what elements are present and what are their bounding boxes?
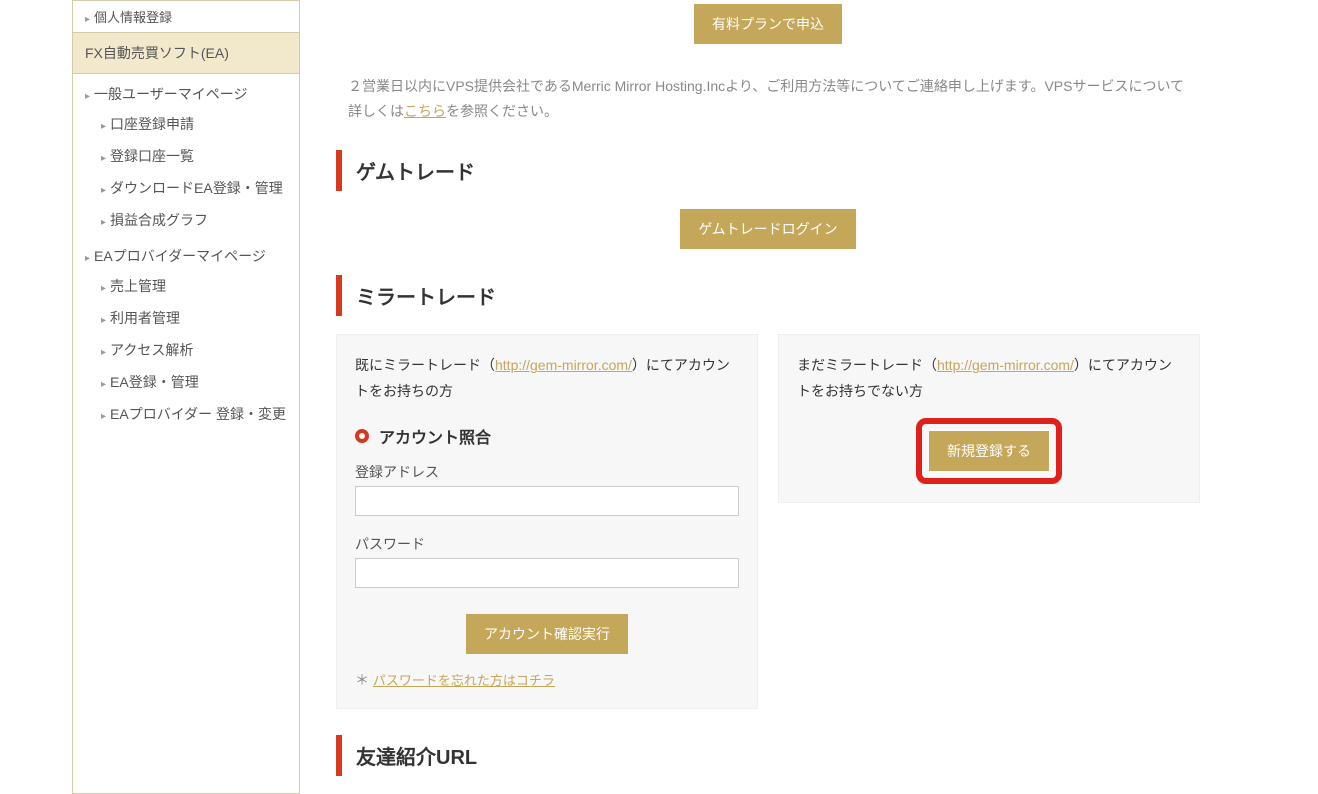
mirror-right-prefix: まだミラートレード（	[797, 357, 937, 373]
main-content: 有料プランで申込 ２営業日以内にVPS提供会社であるMerric Mirror …	[300, 0, 1260, 794]
paid-plan-apply-button[interactable]: 有料プランで申込	[694, 4, 842, 44]
mirror-left-link[interactable]: http://gem-mirror.com/	[495, 357, 632, 373]
sidebar-header-fx-ea: FX自動売買ソフト(EA)	[73, 33, 299, 74]
sidebar: 個人情報登録 FX自動売買ソフト(EA) 一般ユーザーマイページ 口座登録申請 …	[72, 0, 300, 794]
vps-info-text: ２営業日以内にVPS提供会社であるMerric Mirror Hosting.I…	[336, 74, 1200, 124]
heading-referral-url: 友達紹介URL	[336, 735, 1200, 776]
heading-gemtrade: ゲムトレード	[336, 150, 1200, 191]
forgot-password-link[interactable]: パスワードを忘れた方はコチラ	[373, 673, 555, 688]
sidebar-section-ea-provider[interactable]: EAプロバイダーマイページ	[73, 236, 299, 270]
gemtrade-login-button[interactable]: ゲムトレードログイン	[680, 209, 855, 249]
heading-mirror-trade: ミラートレード	[336, 275, 1200, 316]
sidebar-item-account-list[interactable]: 登録口座一覧	[73, 140, 299, 172]
sidebar-item-analytics[interactable]: アクセス解析	[73, 334, 299, 366]
sidebar-item-ea-manage[interactable]: EA登録・管理	[73, 366, 299, 398]
sidebar-item-sales[interactable]: 売上管理	[73, 270, 299, 302]
sidebar-item-ea-provider-edit[interactable]: EAプロバイダー 登録・変更	[73, 398, 299, 430]
account-match-label: アカウント照合	[379, 424, 491, 448]
mirror-right-link[interactable]: http://gem-mirror.com/	[937, 357, 1074, 373]
password-input[interactable]	[355, 558, 739, 588]
sidebar-item-users[interactable]: 利用者管理	[73, 302, 299, 334]
account-match-heading: アカウント照合	[355, 424, 739, 448]
forgot-prefix: ＊	[355, 672, 369, 688]
mirror-login-panel: 既にミラートレード（http://gem-mirror.com/）にてアカウント…	[336, 334, 758, 708]
password-label: パスワード	[355, 534, 739, 554]
sidebar-item-account-register[interactable]: 口座登録申請	[73, 108, 299, 140]
mirror-register-panel: まだミラートレード（http://gem-mirror.com/）にてアカウント…	[778, 334, 1200, 502]
sidebar-section-user-mypage[interactable]: 一般ユーザーマイページ	[73, 74, 299, 108]
register-highlight-box: 新規登録する	[916, 418, 1062, 484]
account-verify-button[interactable]: アカウント確認実行	[466, 614, 628, 654]
email-input[interactable]	[355, 486, 739, 516]
email-label: 登録アドレス	[355, 462, 739, 482]
vps-info-link[interactable]: こちら	[404, 103, 446, 119]
sidebar-item-download-ea[interactable]: ダウンロードEA登録・管理	[73, 172, 299, 204]
sidebar-item-personal-info[interactable]: 個人情報登録	[73, 1, 299, 33]
mirror-left-prefix: 既にミラートレード（	[355, 357, 495, 373]
sidebar-item-pl-graph[interactable]: 損益合成グラフ	[73, 204, 299, 236]
circle-icon	[355, 429, 369, 443]
vps-info-suffix: を参照ください。	[446, 103, 558, 119]
new-register-button[interactable]: 新規登録する	[928, 430, 1050, 472]
